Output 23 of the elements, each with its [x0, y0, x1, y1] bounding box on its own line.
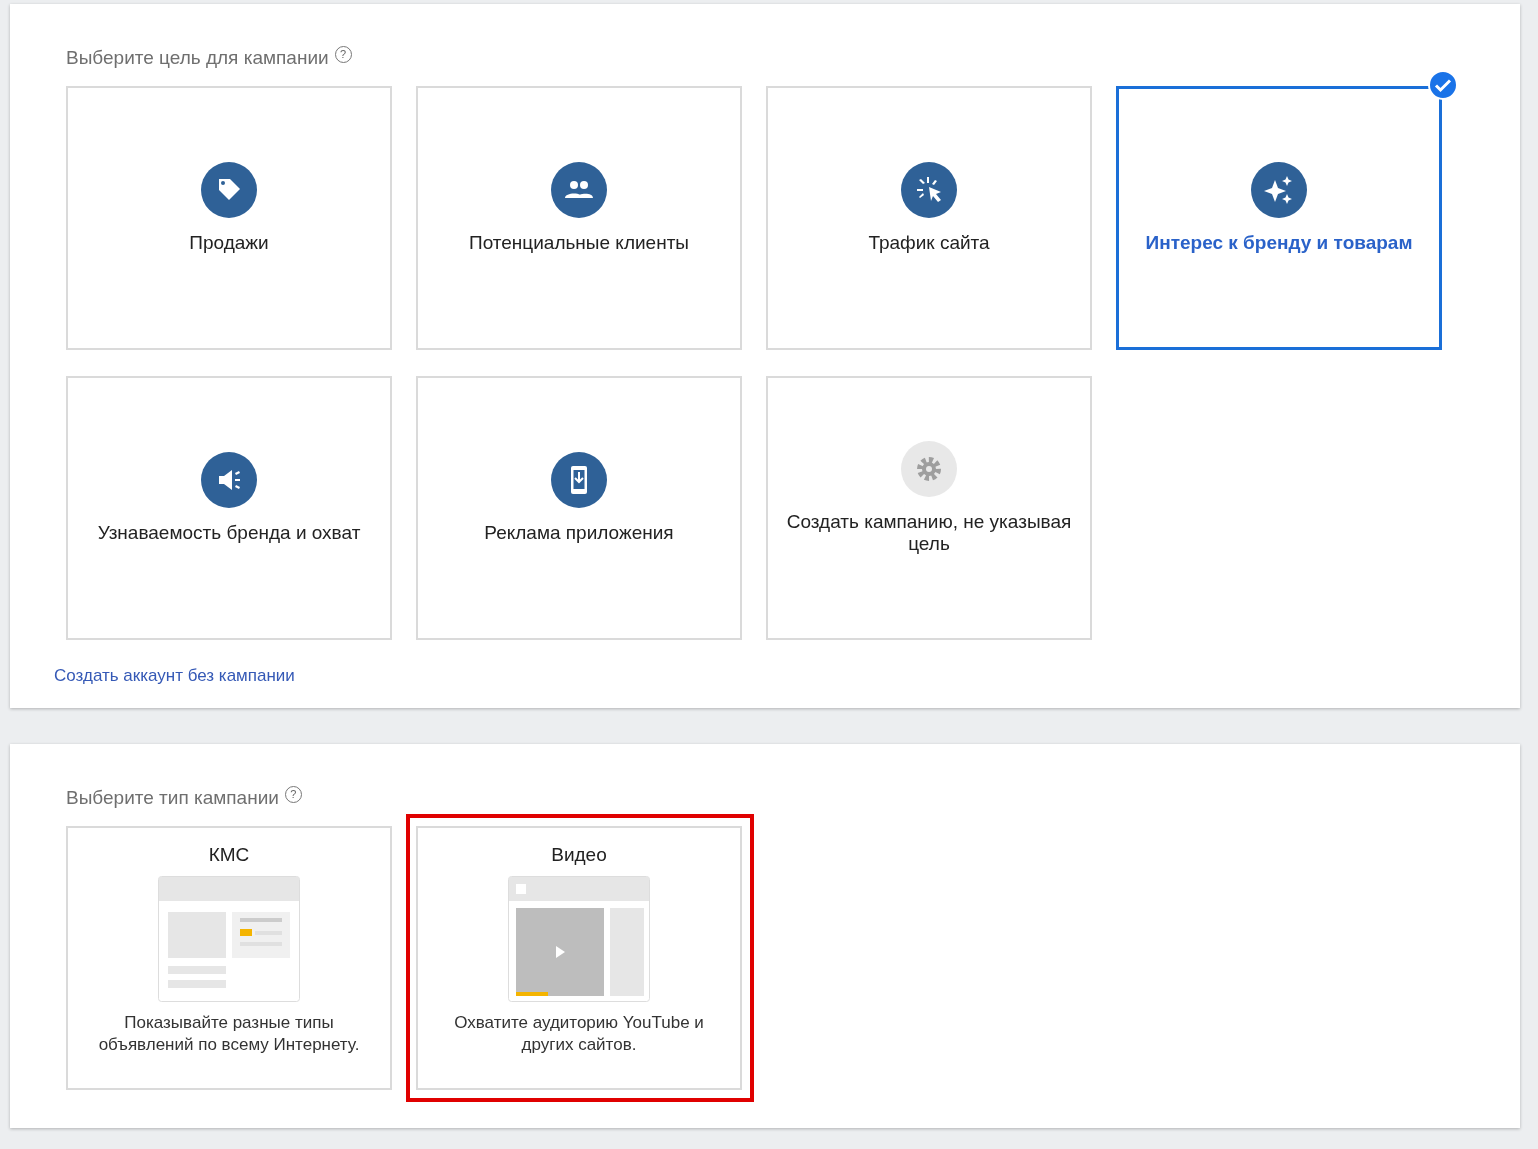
goal-option[interactable]: Реклама приложения [416, 376, 742, 640]
goal-label: Узнаваемость бренда и охват [96, 522, 362, 544]
campaign-type-title: Видео [551, 844, 607, 866]
section-title: Выберите тип кампании [66, 787, 279, 809]
goal-option[interactable]: Продажи [66, 86, 392, 350]
goal-label: Создать кампанию, не указывая цель [785, 511, 1073, 555]
campaign-type-option[interactable]: Видео Охватите аудиторию YouTube и других сайтов. [416, 826, 742, 1090]
create-account-link[interactable]: Создать аккаунт без кампании [54, 666, 295, 686]
campaign-type-description: Показывайте разные типы объявлений по всему Интернету. [97, 1012, 361, 1057]
goal-label: Трафик сайта [867, 232, 991, 254]
goal-label: Интерес к бренду и товарам [1144, 232, 1414, 254]
goal-option[interactable]: Трафик сайта [766, 86, 1092, 350]
campaign-type-description: Охватите аудиторию YouTube и других сайтов. [453, 1012, 705, 1057]
goal-label: Реклама приложения [483, 522, 675, 544]
goal-label: Продажи [188, 232, 270, 254]
campaign-type-title: КМС [208, 844, 250, 866]
section-title: Выберите цель для кампании [66, 47, 329, 69]
campaign-type-option[interactable]: КМС Показывайте разные типы объявлений по всему Интернету. [66, 826, 392, 1090]
goal-option[interactable]: Создать кампанию, не указывая цель [766, 376, 1092, 640]
goal-option[interactable]: Узнаваемость бренда и охват [66, 376, 392, 640]
goal-option[interactable]: Потенциальные клиенты [416, 86, 742, 350]
goal-option[interactable]: Интерес к бренду и товарам [1116, 86, 1442, 350]
goal-label: Потенциальные клиенты [467, 232, 690, 254]
